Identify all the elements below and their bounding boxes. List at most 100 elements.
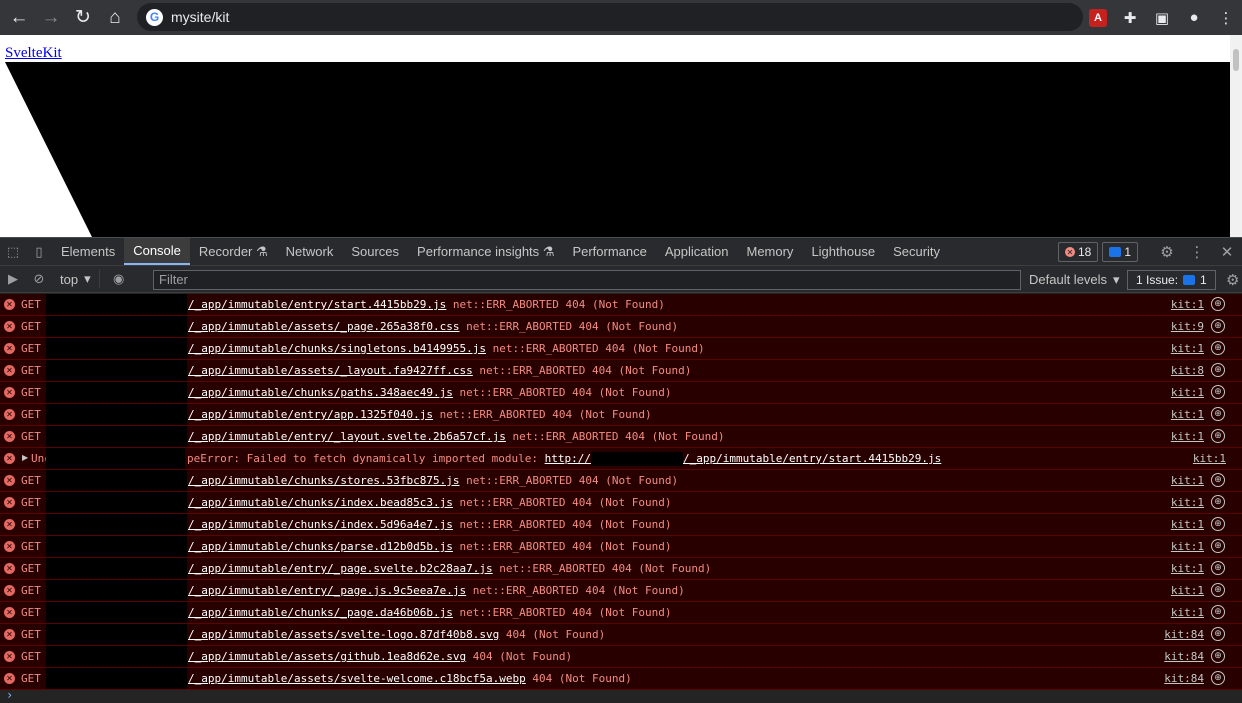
close-icon[interactable]: ✕ (1214, 239, 1240, 265)
network-icon[interactable]: ⊕ (1211, 319, 1225, 333)
clear-console-icon[interactable]: ⊘ (26, 271, 52, 287)
more-options-icon[interactable]: ⋮ (1184, 239, 1210, 265)
network-icon[interactable]: ⊕ (1211, 363, 1225, 377)
home-icon[interactable]: ⌂ (99, 2, 131, 34)
tab-sources[interactable]: Sources (342, 238, 408, 265)
source-link[interactable]: kit:8 (1171, 364, 1204, 377)
log-row[interactable]: ✕ GET /_app/immutable/entry/_page.js.9c5… (0, 580, 1242, 602)
source-link[interactable]: kit:1 (1171, 298, 1204, 311)
inspect-icon[interactable]: ⬚ (0, 238, 26, 265)
source-link[interactable]: kit:1 (1171, 584, 1204, 597)
log-row[interactable]: ✕ GET /_app/immutable/chunks/paths.348ae… (0, 382, 1242, 404)
address-bar[interactable]: G mysite/kit (137, 3, 1083, 31)
log-row[interactable]: ✕ GET /_app/immutable/chunks/stores.53fb… (0, 470, 1242, 492)
tab-lighthouse[interactable]: Lighthouse (802, 238, 884, 265)
network-icon[interactable]: ⊕ (1211, 671, 1225, 685)
source-link[interactable]: kit:1 (1171, 474, 1204, 487)
network-icon[interactable]: ⊕ (1211, 407, 1225, 421)
error-count-badge[interactable]: ✕ 18 (1057, 242, 1099, 262)
log-row[interactable]: ✕ GET /_app/immutable/chunks/_page.da46b… (0, 602, 1242, 624)
device-toolbar-icon[interactable]: ▯ (26, 238, 52, 265)
tab-memory[interactable]: Memory (737, 238, 802, 265)
url-text[interactable]: mysite/kit (171, 9, 229, 25)
log-row[interactable]: ✕ GET /_app/immutable/assets/_page.265a3… (0, 316, 1242, 338)
forward-icon[interactable]: → (35, 2, 67, 34)
network-icon[interactable]: ⊕ (1211, 297, 1225, 311)
source-link[interactable]: kit:1 (1171, 408, 1204, 421)
log-row[interactable]: ✕ GET /_app/immutable/entry/app.1325f040… (0, 404, 1242, 426)
source-link[interactable]: kit:84 (1164, 628, 1204, 641)
tab-console[interactable]: Console (124, 238, 190, 265)
tab-performance-insights[interactable]: Performance insights ⚗ (408, 238, 563, 265)
request-url[interactable]: /_app/immutable/chunks/singletons.b41499… (188, 342, 486, 355)
exception-row[interactable]: ✕ ▶ Unc peError: Failed to fetch dynamic… (0, 448, 1242, 470)
log-row[interactable]: ✕ GET /_app/immutable/entry/_layout.svel… (0, 426, 1242, 448)
log-row[interactable]: ✕ GET /_app/immutable/chunks/index.5d96a… (0, 514, 1242, 536)
tab-performance[interactable]: Performance (563, 238, 655, 265)
filter-input[interactable]: Filter (153, 270, 1021, 290)
console-prompt[interactable]: › (0, 688, 1242, 703)
log-row[interactable]: ✕ GET /_app/immutable/chunks/parse.d12b0… (0, 536, 1242, 558)
source-link[interactable]: kit:1 (1171, 518, 1204, 531)
scrollbar-thumb[interactable] (1233, 49, 1239, 71)
context-selector[interactable]: top ▾ (52, 270, 100, 288)
network-icon[interactable]: ⊕ (1211, 495, 1225, 509)
log-row[interactable]: ✕ GET /_app/immutable/chunks/singletons.… (0, 338, 1242, 360)
log-row[interactable]: ✕ GET /_app/immutable/entry/start.4415bb… (0, 294, 1242, 316)
network-icon[interactable]: ⊕ (1211, 341, 1225, 355)
source-link[interactable]: kit:1 (1171, 540, 1204, 553)
request-url[interactable]: /_app/immutable/entry/start.4415bb29.js (188, 298, 446, 311)
source-link[interactable]: kit:84 (1164, 650, 1204, 663)
tab-security[interactable]: Security (884, 238, 949, 265)
source-link[interactable]: kit:1 (1171, 606, 1204, 619)
request-url[interactable]: /_app/immutable/entry/_layout.svelte.2b6… (188, 430, 506, 443)
network-icon[interactable]: ⊕ (1211, 649, 1225, 663)
source-link[interactable]: kit:1 (1171, 342, 1204, 355)
exception-url[interactable]: http:// /_app/immutable/entry/start.4415b… (545, 452, 941, 466)
network-icon[interactable]: ⊕ (1211, 385, 1225, 399)
eye-icon[interactable]: ◉ (106, 271, 132, 287)
tab-application[interactable]: Application (656, 238, 738, 265)
sidebar-toggle-icon[interactable]: ▶ (0, 271, 26, 287)
source-link[interactable]: kit:1 (1171, 562, 1204, 575)
log-row[interactable]: ✕ GET /_app/immutable/entry/_page.svelte… (0, 558, 1242, 580)
request-url[interactable]: /_app/immutable/assets/github.1ea8d62e.s… (188, 650, 466, 663)
network-icon[interactable]: ⊕ (1211, 429, 1225, 443)
pdf-extension-button[interactable]: A (1082, 2, 1114, 34)
network-icon[interactable]: ⊕ (1211, 605, 1225, 619)
menu-icon[interactable]: ⋮ (1210, 2, 1242, 34)
tab-recorder[interactable]: Recorder ⚗ (190, 238, 277, 265)
side-panel-icon[interactable]: ▣ (1146, 2, 1178, 34)
source-link[interactable]: kit:1 (1171, 430, 1204, 443)
puzzle-icon[interactable]: ✚ (1114, 2, 1146, 34)
back-icon[interactable]: ← (3, 2, 35, 34)
log-row[interactable]: ✕ GET /_app/immutable/assets/svelte-welc… (0, 668, 1242, 690)
network-icon[interactable]: ⊕ (1211, 517, 1225, 531)
request-url[interactable]: /_app/immutable/chunks/index.bead85c3.js (188, 496, 453, 509)
request-url[interactable]: /_app/immutable/chunks/index.5d96a4e7.js (188, 518, 453, 531)
message-count-badge[interactable]: 1 (1102, 242, 1138, 262)
network-icon[interactable]: ⊕ (1211, 583, 1225, 597)
broken-image-link[interactable]: SvelteKit (5, 45, 62, 62)
profile-icon[interactable]: ● (1178, 2, 1210, 34)
request-url[interactable]: /_app/immutable/entry/_page.js.9c5eea7e.… (188, 584, 466, 597)
request-url[interactable]: /_app/immutable/assets/svelte-logo.87df4… (188, 628, 499, 641)
request-url[interactable]: /_app/immutable/chunks/parse.d12b0d5b.js (188, 540, 453, 553)
source-link[interactable]: kit:9 (1171, 320, 1204, 333)
expand-triangle-icon[interactable]: ▶ (22, 453, 28, 462)
request-url[interactable]: /_app/immutable/chunks/paths.348aec49.js (188, 386, 453, 399)
source-link[interactable]: kit:1 (1171, 496, 1204, 509)
reload-icon[interactable]: ↻ (67, 2, 99, 34)
log-row[interactable]: ✕ GET /_app/immutable/assets/_layout.fa9… (0, 360, 1242, 382)
source-link[interactable]: kit:1 (1171, 386, 1204, 399)
log-row[interactable]: ✕ GET /_app/immutable/chunks/index.bead8… (0, 492, 1242, 514)
request-url[interactable]: /_app/immutable/assets/svelte-welcome.c1… (188, 672, 526, 685)
network-icon[interactable]: ⊕ (1211, 627, 1225, 641)
issues-button[interactable]: 1 Issue: 1 (1127, 270, 1216, 290)
tab-network[interactable]: Network (277, 238, 343, 265)
request-url[interactable]: /_app/immutable/assets/_layout.fa9427ff.… (188, 364, 473, 377)
request-url[interactable]: /_app/immutable/chunks/_page.da46b06b.js (188, 606, 453, 619)
log-row[interactable]: ✕ GET /_app/immutable/assets/github.1ea8… (0, 646, 1242, 668)
request-url[interactable]: /_app/immutable/chunks/stores.53fbc875.j… (188, 474, 460, 487)
network-icon[interactable]: ⊕ (1211, 539, 1225, 553)
